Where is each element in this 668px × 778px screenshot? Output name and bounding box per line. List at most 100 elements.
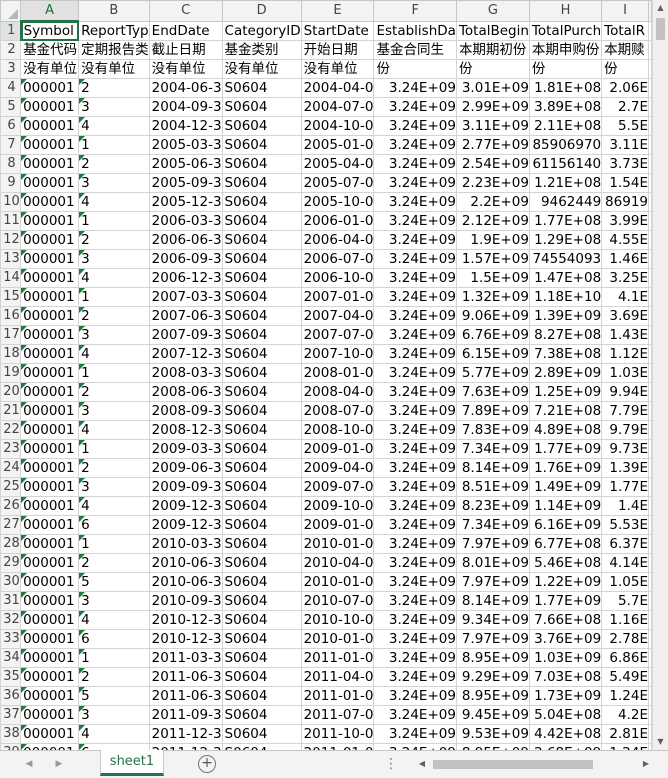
cell[interactable]: 7.63E+09 [455, 382, 530, 402]
cell[interactable]: 3.24E+09 [373, 515, 457, 535]
cell[interactable]: 2 [78, 382, 150, 402]
cell[interactable]: S0604 [221, 344, 302, 364]
column-header-c[interactable]: C [148, 0, 223, 22]
cell[interactable]: TotalBegin [455, 20, 530, 41]
cell[interactable]: 1.22E+09 [528, 572, 603, 592]
cell[interactable]: 2 [78, 154, 150, 174]
row-header[interactable]: 33 [0, 629, 22, 649]
cell[interactable]: 3.24E+09 [373, 97, 457, 117]
row-header[interactable]: 19 [0, 363, 22, 383]
row-header[interactable]: 23 [0, 439, 22, 459]
cell[interactable]: Symbol [20, 20, 80, 41]
cell[interactable]: 000001 [20, 496, 80, 516]
cell[interactable]: 2010-06-3 [148, 572, 223, 592]
cell[interactable]: CategoryID [221, 20, 302, 41]
cell[interactable]: 8.14E+09 [455, 458, 530, 478]
cell[interactable]: 没有单位 [20, 59, 80, 79]
cell[interactable]: 000001 [20, 534, 80, 554]
cell[interactable]: 5.46E+08 [528, 553, 603, 573]
cell[interactable]: 000001 [20, 192, 80, 212]
cell[interactable]: 1 [78, 287, 150, 307]
cell[interactable]: 本期赎 [601, 40, 649, 60]
row-header[interactable]: 18 [0, 344, 22, 364]
cell[interactable]: S0604 [221, 306, 302, 326]
cell[interactable]: 1.77E+09 [528, 439, 603, 459]
cell[interactable]: 1.54E [601, 173, 649, 193]
cell[interactable]: 基金合同生 [373, 40, 457, 60]
cell[interactable]: 7.21E+08 [528, 401, 603, 421]
cell[interactable]: 3.01E+09 [455, 78, 530, 98]
cell[interactable]: 1.5E+09 [455, 268, 530, 288]
cell[interactable]: 000001 [20, 420, 80, 440]
cell[interactable]: 基金类别 [221, 40, 302, 60]
cell[interactable]: 3.24E+09 [373, 534, 457, 554]
cell[interactable]: 7.34E+09 [455, 515, 530, 535]
cell[interactable]: 2007-10-0 [300, 344, 375, 364]
cell[interactable]: 2006-03-3 [148, 211, 223, 231]
row-header[interactable]: 35 [0, 667, 22, 687]
cell[interactable]: 3.24E+09 [373, 458, 457, 478]
cell[interactable]: 5.49E [601, 667, 649, 687]
cell[interactable]: 2.12E+09 [455, 211, 530, 231]
cell[interactable]: 1.29E+08 [528, 230, 603, 250]
cell[interactable]: 2008-12-3 [148, 420, 223, 440]
cell[interactable]: 7.38E+08 [528, 344, 603, 364]
cell[interactable]: StartDate [300, 20, 375, 41]
cell[interactable]: 2005-03-3 [148, 135, 223, 155]
cell[interactable]: 2.77E+09 [455, 135, 530, 155]
spreadsheet-grid-area[interactable]: ABCDEFGHI 1 Symbol ReportTyp EndDate Categor… [0, 0, 652, 750]
cell[interactable]: 000001 [20, 477, 80, 497]
cell[interactable]: 2008-10-0 [300, 420, 375, 440]
cell[interactable]: 4.2E [601, 705, 649, 725]
cell[interactable]: 5.77E+09 [455, 363, 530, 383]
cell[interactable]: S0604 [221, 667, 302, 687]
cell[interactable]: 3.24E+09 [373, 477, 457, 497]
cell[interactable]: 3.24E+09 [373, 135, 457, 155]
cell[interactable]: 000001 [20, 325, 80, 345]
cell[interactable]: 4 [78, 496, 150, 516]
cell[interactable]: 1.57E+09 [455, 249, 530, 269]
cell[interactable]: S0604 [221, 173, 302, 193]
scroll-up-arrow-icon[interactable]: ▲ [653, 0, 668, 16]
cell[interactable]: 3.24E+09 [373, 230, 457, 250]
cell[interactable]: 2011-07-0 [300, 705, 375, 725]
cell[interactable]: 2004-12-3 [148, 116, 223, 136]
cell[interactable]: 1.9E+09 [455, 230, 530, 250]
cell[interactable]: 4 [78, 610, 150, 630]
cell[interactable]: 000001 [20, 363, 80, 383]
row-header[interactable]: 25 [0, 477, 22, 497]
cell[interactable]: 4.1E [601, 287, 649, 307]
cell[interactable]: 000001 [20, 724, 80, 744]
cell[interactable]: 2.54E+09 [455, 154, 530, 174]
row-header[interactable]: 2 [0, 40, 22, 60]
cell[interactable]: 3.24E+09 [373, 439, 457, 459]
cell[interactable]: 2010-06-3 [148, 553, 223, 573]
cell[interactable]: 2009-04-0 [300, 458, 375, 478]
cell[interactable]: 基金代码 [20, 40, 80, 60]
cell[interactable]: 2006-09-3 [148, 249, 223, 269]
row-header[interactable]: 9 [0, 173, 22, 193]
cell[interactable]: 7.34E+09 [455, 439, 530, 459]
cell[interactable]: 9.45E+09 [455, 705, 530, 725]
row-header[interactable]: 32 [0, 610, 22, 630]
column-header-d[interactable]: D [221, 0, 302, 22]
cell[interactable]: ReportTyp [78, 20, 150, 41]
cell[interactable]: 1.05E [601, 572, 649, 592]
cell[interactable]: 本期申购份 [528, 40, 603, 60]
cell[interactable]: 2009-09-3 [148, 477, 223, 497]
cell[interactable]: 2011-06-3 [148, 667, 223, 687]
cell[interactable]: S0604 [221, 97, 302, 117]
cell[interactable]: 2005-06-3 [148, 154, 223, 174]
cell[interactable]: 份 [455, 59, 530, 79]
cell[interactable]: S0604 [221, 211, 302, 231]
cell[interactable]: 3 [78, 591, 150, 611]
row-header[interactable]: 27 [0, 515, 22, 535]
cell[interactable]: 4.89E+08 [528, 420, 603, 440]
cell[interactable]: 3 [78, 325, 150, 345]
cell[interactable]: 2009-01-0 [300, 439, 375, 459]
cell[interactable]: 000001 [20, 686, 80, 706]
cell[interactable]: S0604 [221, 553, 302, 573]
cell[interactable]: 2010-04-0 [300, 553, 375, 573]
cell[interactable]: 没有单位 [78, 59, 150, 79]
tab-split-handle-icon[interactable]: ⋮ [384, 756, 398, 772]
